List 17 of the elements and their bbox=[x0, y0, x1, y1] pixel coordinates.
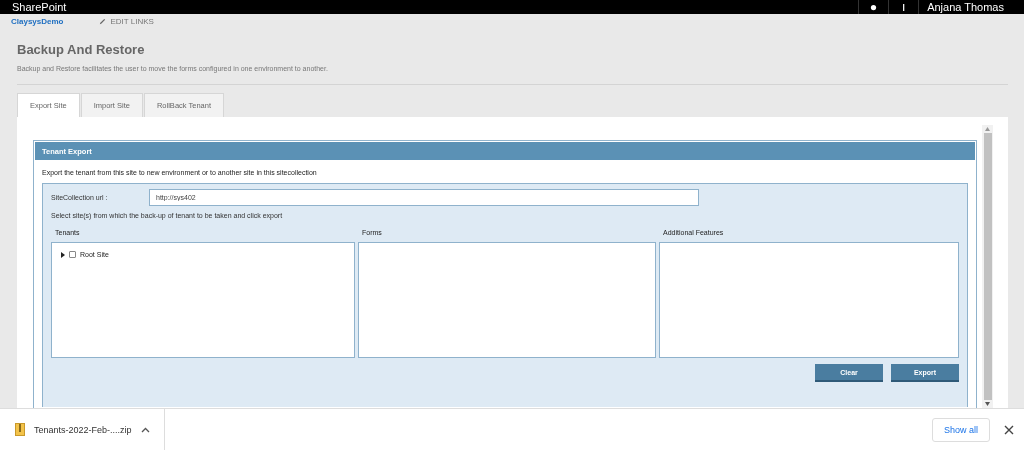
user-name[interactable]: Anjana Thomas bbox=[927, 0, 1004, 14]
site-link[interactable]: ClaysysDemo bbox=[11, 16, 64, 26]
show-all-button[interactable]: Show all bbox=[931, 417, 990, 442]
chevron-up-icon[interactable] bbox=[140, 426, 150, 433]
caret-right-icon[interactable] bbox=[60, 251, 65, 258]
page-title: Backup And Restore bbox=[17, 42, 146, 57]
download-file-name[interactable]: Tenants-2022-Feb-....zip bbox=[34, 424, 132, 435]
close-icon[interactable] bbox=[1004, 424, 1014, 435]
pencil-icon bbox=[99, 17, 107, 25]
help-icon[interactable] bbox=[902, 3, 906, 11]
gear-icon[interactable] bbox=[870, 3, 878, 11]
checkbox[interactable] bbox=[69, 251, 76, 258]
scrollbar[interactable] bbox=[982, 125, 993, 408]
scroll-down-icon[interactable] bbox=[985, 402, 990, 406]
brand-title: SharePoint bbox=[12, 0, 67, 14]
zip-file-icon bbox=[15, 423, 25, 436]
edit-links-link[interactable]: EDIT LINKS bbox=[99, 16, 154, 26]
